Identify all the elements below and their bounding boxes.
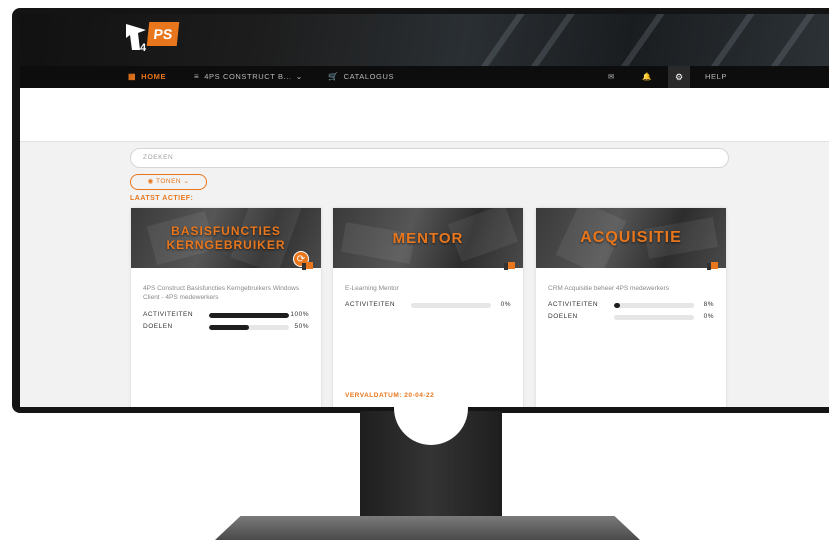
- header-banner: PS 4: [20, 14, 829, 66]
- due-date: VERVALDATUM: 20-04-22: [345, 392, 435, 399]
- goals-label: DOELEN: [548, 313, 578, 320]
- goals-bar: [614, 315, 694, 320]
- activities-fill: [614, 303, 621, 308]
- activities-progress: ACTIVITEITEN 0%: [345, 301, 511, 311]
- 4ps-badge-icon: [504, 262, 515, 271]
- app-screen: PS 4 ▦ HOME ≡ 4PS CONSTRUCT B... ⌄ 🛒 CATALOG…: [20, 14, 829, 407]
- settings-button[interactable]: ⚙: [668, 66, 690, 88]
- nav-catalog-label: CATALOGUS: [343, 72, 395, 81]
- monitor-photo: PS 4 ▦ HOME ≡ 4PS CONSTRUCT B... ⌄ 🛒 CATALOG…: [0, 0, 829, 540]
- card-title: MENTOR: [392, 229, 464, 247]
- activities-label: ACTIVITEITEN: [345, 301, 396, 308]
- recent-label: LAATST ACTIEF:: [130, 195, 194, 202]
- list-icon: ≡: [194, 72, 200, 81]
- monitor-base: [215, 516, 640, 540]
- chevron-down-icon: ⌄: [295, 72, 303, 81]
- 4ps-logo[interactable]: PS 4: [126, 22, 180, 56]
- goals-progress: DOELEN 50%: [143, 323, 309, 333]
- activities-bar: [614, 303, 694, 308]
- activities-progress: ACTIVITEITEN 8%: [548, 301, 714, 311]
- show-filter-label: TONEN: [155, 178, 182, 185]
- show-filter-button[interactable]: ◉ TONEN ⌄: [130, 174, 207, 190]
- nav-construct-label: 4PS CONSTRUCT B...: [204, 72, 292, 81]
- activities-progress: ACTIVITEITEN 100%: [143, 311, 309, 321]
- card-tags: 4PS Construct Basisfuncties Kerngebruike…: [143, 285, 300, 301]
- eye-icon: ◉: [147, 178, 154, 185]
- 4ps-badge-icon: [302, 262, 313, 271]
- goals-progress: DOELEN 0%: [548, 313, 714, 323]
- chevron-down-icon: ⌄: [183, 178, 190, 185]
- activities-bar: [411, 303, 491, 308]
- nav-home[interactable]: ▦ HOME: [128, 66, 166, 88]
- goals-bar: [209, 325, 289, 330]
- activities-label: ACTIVITEITEN: [548, 301, 599, 308]
- goals-percent: 50%: [294, 323, 309, 330]
- grid-icon: ▦: [128, 72, 137, 81]
- gear-icon: ⚙: [674, 72, 684, 82]
- main-nav: ▦ HOME ≡ 4PS CONSTRUCT B... ⌄ 🛒 CATALOGUS ✉ …: [20, 66, 829, 88]
- nav-construct-dropdown[interactable]: ≡ 4PS CONSTRUCT B... ⌄: [194, 66, 308, 88]
- activities-fill: [209, 313, 289, 318]
- nav-home-label: HOME: [141, 72, 167, 81]
- course-card[interactable]: ACQUISITIE CRM Acquisitie beheer 4PS med…: [536, 208, 726, 407]
- sub-header: [20, 88, 829, 142]
- search-input[interactable]: ZOEKEN: [130, 148, 729, 168]
- card-hero-image: ACQUISITIE: [536, 208, 726, 268]
- activities-label: ACTIVITEITEN: [143, 311, 194, 318]
- nav-help[interactable]: HELP: [705, 66, 727, 88]
- activities-percent: 100%: [290, 311, 309, 318]
- nav-catalog[interactable]: 🛒 CATALOGUS: [328, 66, 394, 88]
- activities-percent: 8%: [703, 301, 714, 308]
- mail-icon[interactable]: ✉: [608, 66, 615, 88]
- activities-bar: [209, 313, 289, 318]
- card-tags: E-Learning Mentor: [345, 285, 399, 292]
- course-card[interactable]: BASISFUNCTIES KERNGEBRUIKER ⟳ 4PS Constr…: [131, 208, 321, 407]
- monitor-stand: [360, 371, 502, 521]
- goals-percent: 0%: [703, 313, 714, 320]
- goals-fill: [209, 325, 249, 330]
- card-tags: CRM Acquisitie beheer 4PS medewerkers: [548, 285, 670, 292]
- goals-label: DOELEN: [143, 323, 173, 330]
- logo-number: 4: [140, 42, 147, 54]
- card-hero-image: MENTOR: [333, 208, 523, 268]
- bell-icon[interactable]: 🔔: [642, 66, 652, 88]
- 4ps-badge-icon: [707, 262, 718, 271]
- activities-percent: 0%: [500, 301, 511, 308]
- logo-ps: PS: [146, 22, 180, 46]
- course-card[interactable]: MENTOR E-Learning Mentor ACTIVITEITEN 0%…: [333, 208, 523, 407]
- cart-icon: 🛒: [328, 72, 339, 81]
- card-title: ACQUISITIE: [580, 229, 682, 246]
